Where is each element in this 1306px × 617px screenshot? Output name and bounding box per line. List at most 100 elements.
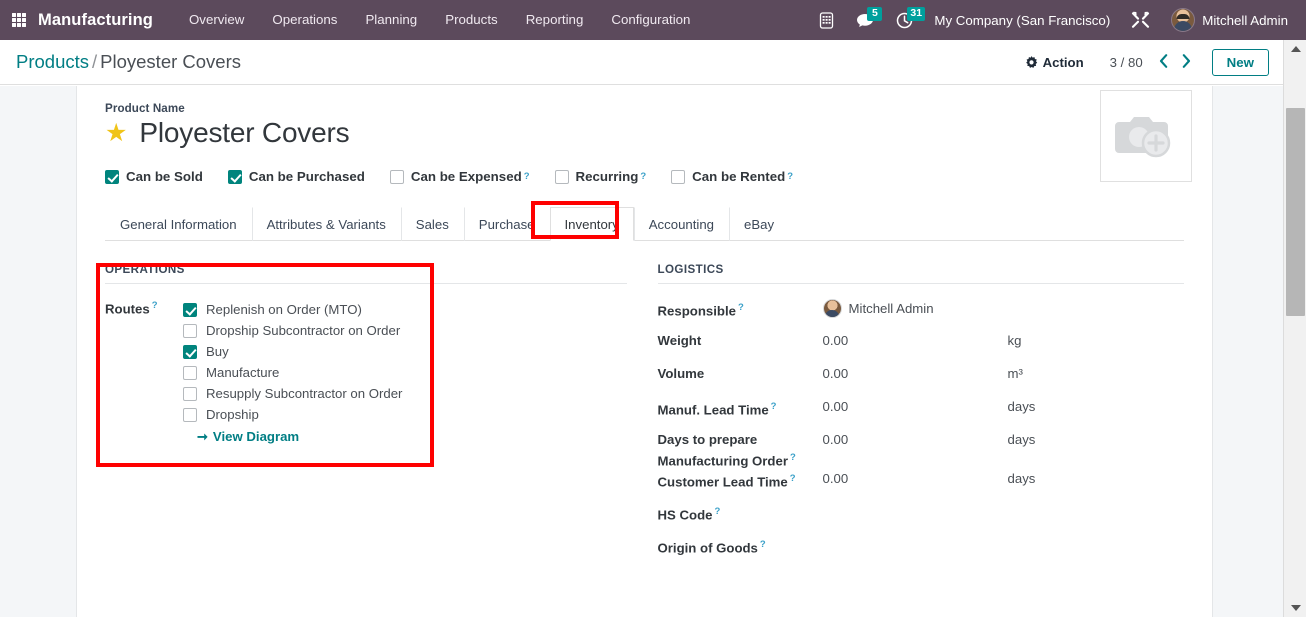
help-icon[interactable]: ?	[714, 506, 720, 517]
breadcrumb-current-record: Ployester Covers	[100, 51, 242, 72]
view-diagram-link[interactable]: ➞ View Diagram	[197, 429, 402, 444]
tab-accounting[interactable]: Accounting	[633, 207, 729, 241]
field-responsible: Responsible? Mitchell Admin	[658, 299, 1184, 332]
scroll-down-arrow-icon[interactable]	[1284, 599, 1306, 617]
route-buy[interactable]: Buy	[183, 341, 402, 362]
help-icon[interactable]: ?	[640, 171, 646, 182]
field-label-text: Responsible	[657, 303, 736, 319]
nav-item-overview[interactable]: Overview	[175, 0, 258, 40]
tab-inventory[interactable]: Inventory	[549, 207, 634, 241]
chevron-left-icon	[1159, 53, 1167, 68]
field-value[interactable]: 0.00	[823, 431, 1008, 449]
vertical-scrollbar[interactable]	[1283, 40, 1306, 617]
checkbox[interactable]	[227, 169, 242, 184]
tab-ebay[interactable]: eBay	[729, 207, 789, 241]
field-value[interactable]: Mitchell Admin	[822, 299, 1008, 318]
debug-tools-button[interactable]	[1120, 0, 1161, 40]
messages-button[interactable]: 5	[845, 0, 885, 40]
action-menu-button[interactable]: Action	[1015, 55, 1094, 70]
new-record-button[interactable]: New	[1211, 48, 1269, 76]
tab-attributes-variants[interactable]: Attributes & Variants	[251, 207, 401, 241]
route-dropship-subcontractor-on-order[interactable]: Dropship Subcontractor on Order	[183, 320, 402, 341]
checkbox[interactable]	[671, 169, 686, 184]
checkbox[interactable]	[183, 344, 197, 359]
checkbox[interactable]	[183, 323, 197, 338]
flag-can-be-expensed[interactable]: Can be Expensed ?	[389, 169, 530, 184]
route-manufacture[interactable]: Manufacture	[183, 362, 402, 383]
pager-previous-button[interactable]	[1152, 53, 1175, 71]
field-origin-of-goods: Origin of Goods?	[658, 536, 1184, 569]
star-icon[interactable]: ★	[105, 120, 127, 146]
field-value[interactable]: 0.00	[823, 398, 1008, 416]
field-manuf-lead-time: Manuf. Lead Time? 0.00 days	[658, 398, 1184, 431]
field-label-text: Manuf. Lead Time	[657, 402, 769, 418]
app-brand-manufacturing[interactable]: Manufacturing	[38, 11, 153, 30]
flag-label: Can be Rented	[692, 169, 786, 184]
help-icon[interactable]: ?	[738, 302, 744, 313]
field-label: Manuf. Lead Time?	[658, 398, 823, 419]
product-image-upload[interactable]	[1100, 90, 1192, 182]
help-icon[interactable]: ?	[524, 171, 530, 182]
chevron-right-icon	[1182, 53, 1190, 68]
route-dropship[interactable]: Dropship	[183, 404, 402, 425]
checkbox[interactable]	[554, 169, 569, 184]
pager-value[interactable]: 3 / 80	[1094, 55, 1152, 70]
nav-item-reporting[interactable]: Reporting	[512, 0, 598, 40]
apps-grid-icon[interactable]	[12, 13, 26, 27]
route-resupply-subcontractor-on-order[interactable]: Resupply Subcontractor on Order	[183, 383, 402, 404]
product-name-label: Product Name	[105, 102, 185, 115]
route-label: Dropship Subcontractor on Order	[206, 323, 401, 338]
checkbox[interactable]	[389, 169, 404, 184]
product-flags-row: Can be Sold Can be Purchased Can be Expe…	[105, 169, 1184, 184]
flag-recurring[interactable]: Recurring ?	[554, 169, 646, 184]
checkbox[interactable]	[183, 407, 197, 422]
field-label: Customer Lead Time?	[658, 470, 823, 491]
flag-label: Can be Sold	[126, 169, 203, 184]
nav-item-products[interactable]: Products	[431, 0, 511, 40]
help-icon[interactable]: ?	[787, 171, 793, 182]
help-icon[interactable]: ?	[771, 401, 777, 412]
field-label-text: Days to prepare Manufacturing Order	[657, 432, 788, 469]
checkbox[interactable]	[183, 365, 197, 380]
help-icon[interactable]: ?	[152, 300, 158, 311]
pager-next-button[interactable]	[1175, 53, 1198, 71]
help-icon[interactable]: ?	[790, 473, 796, 484]
help-icon[interactable]: ?	[790, 452, 796, 463]
checkbox[interactable]	[183, 386, 197, 401]
flag-can-be-sold[interactable]: Can be Sold	[105, 169, 203, 184]
odoo-product-form-page: Manufacturing Overview Operations Planni…	[0, 0, 1306, 617]
form-sheet-inner: Product Name ★ Ployester Covers Can be S…	[77, 86, 1212, 569]
tab-purchase[interactable]: Purchase	[463, 207, 550, 241]
field-label-text: HS Code	[657, 507, 713, 523]
activities-button[interactable]: 31	[885, 0, 926, 40]
help-icon[interactable]: ?	[760, 539, 766, 550]
form-sheet: Product Name ★ Ployester Covers Can be S…	[76, 86, 1213, 617]
breadcrumb-products-link[interactable]: Products	[16, 51, 89, 72]
field-unit: days	[1007, 471, 1036, 487]
product-title-row: ★ Ployester Covers	[105, 117, 1184, 149]
company-switcher[interactable]: My Company (San Francisco)	[924, 13, 1120, 28]
user-menu[interactable]: Mitchell Admin	[1161, 8, 1296, 32]
nav-item-configuration[interactable]: Configuration	[597, 0, 704, 40]
route-replenish-on-order-mto[interactable]: Replenish on Order (MTO)	[183, 299, 402, 320]
checkbox[interactable]	[105, 169, 119, 184]
checkbox[interactable]	[183, 302, 197, 317]
scroll-up-arrow-icon[interactable]	[1284, 40, 1306, 58]
page-title[interactable]: Ployester Covers	[139, 117, 349, 149]
action-menu-label: Action	[1042, 54, 1084, 70]
page-body: Product Name ★ Ployester Covers Can be S…	[0, 86, 1283, 617]
field-value[interactable]: 0.00	[823, 365, 1008, 383]
flag-can-be-rented[interactable]: Can be Rented ?	[671, 169, 793, 184]
tab-general-information[interactable]: General Information	[105, 207, 252, 241]
flag-can-be-purchased[interactable]: Can be Purchased	[227, 169, 365, 184]
routes-label-text: Routes	[105, 301, 150, 317]
gear-icon	[1025, 55, 1037, 68]
scrollbar-thumb[interactable]	[1286, 108, 1305, 316]
nav-item-operations[interactable]: Operations	[258, 0, 351, 40]
voip-phone-button[interactable]	[808, 0, 845, 40]
nav-item-planning[interactable]: Planning	[351, 0, 431, 40]
field-label: Volume	[657, 366, 705, 381]
field-value[interactable]: 0.00	[823, 332, 1008, 350]
tab-sales[interactable]: Sales	[400, 207, 464, 241]
field-value[interactable]: 0.00	[823, 470, 1008, 488]
